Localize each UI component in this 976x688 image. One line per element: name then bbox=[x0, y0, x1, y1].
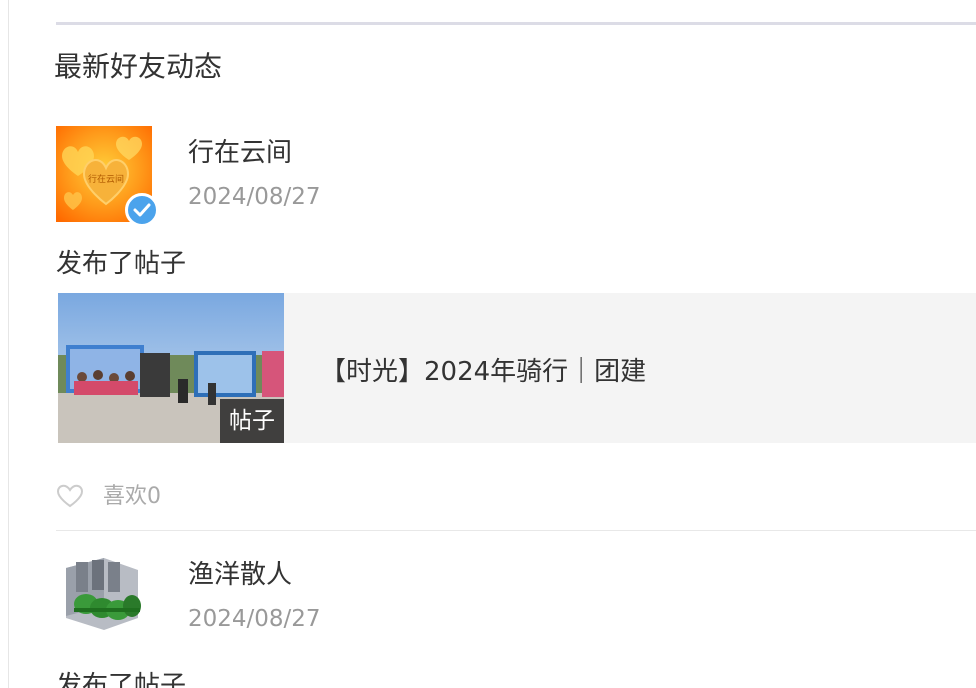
like-count: 喜欢0 bbox=[103, 484, 161, 509]
user-avatar[interactable] bbox=[56, 548, 152, 644]
user-name[interactable]: 行在云间 bbox=[188, 132, 292, 169]
engine-model-avatar bbox=[56, 548, 152, 644]
user-avatar[interactable]: 行在云间 bbox=[56, 126, 159, 227]
top-divider bbox=[56, 22, 976, 25]
verified-badge-icon bbox=[125, 193, 159, 227]
post-card[interactable]: 帖子 【时光】2024年骑行｜团建 bbox=[58, 293, 976, 443]
post-date: 2024/08/27 bbox=[188, 184, 321, 210]
left-border-line bbox=[8, 0, 9, 688]
action-text: 发布了帖子 bbox=[56, 249, 187, 279]
heart-outline-icon bbox=[56, 484, 84, 508]
post-type-tag: 帖子 bbox=[220, 399, 284, 443]
section-title: 最新好友动态 bbox=[54, 50, 223, 83]
post-title[interactable]: 【时光】2024年骑行｜团建 bbox=[320, 351, 646, 388]
action-text: 发布了帖子 bbox=[56, 671, 187, 688]
user-name[interactable]: 渔洋散人 bbox=[188, 554, 292, 591]
friend-feed-page: 最新好友动态 行在云间 行在云间 2024/08/27 发布了帖子 帖子 【时光… bbox=[0, 0, 976, 688]
avatar-caption: 行在云间 bbox=[88, 173, 124, 185]
feed-divider bbox=[56, 530, 976, 531]
post-date: 2024/08/27 bbox=[188, 606, 321, 632]
post-thumbnail: 帖子 bbox=[58, 293, 284, 443]
